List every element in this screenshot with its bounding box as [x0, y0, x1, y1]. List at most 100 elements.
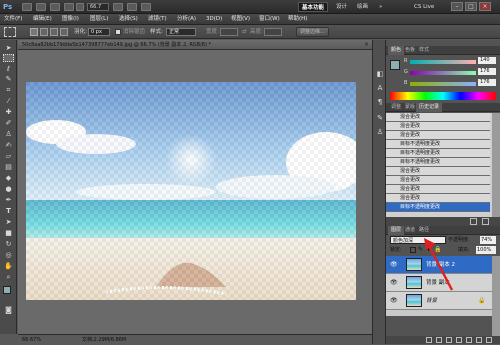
- gradient-tool-icon[interactable]: ▤: [3, 163, 14, 171]
- crop-tool-icon[interactable]: ⌗: [3, 86, 14, 94]
- r-slider[interactable]: [410, 60, 476, 64]
- menu-3d[interactable]: 3D(D): [206, 14, 222, 25]
- menu-image[interactable]: 图像(I): [62, 14, 79, 25]
- history-item[interactable]: 混合更改: [386, 131, 490, 140]
- brush-tool-icon[interactable]: ✐: [3, 119, 14, 127]
- refine-edge-button[interactable]: 调整边缘...: [296, 27, 329, 37]
- lasso-tool-icon[interactable]: ℓ: [3, 65, 14, 73]
- document-tab[interactable]: 50c8aa82bb179dda5b147398777eb149.jpg @ 6…: [18, 40, 372, 50]
- menu-help[interactable]: 帮助(H): [288, 14, 307, 25]
- feather-input[interactable]: 0 px: [88, 28, 110, 36]
- history-item[interactable]: 混合更改: [386, 176, 490, 185]
- quick-selection-tool-icon[interactable]: ✎: [3, 75, 14, 83]
- 3d-rotate-tool-icon[interactable]: ↻: [3, 240, 14, 248]
- character-panel-icon[interactable]: A: [375, 84, 385, 93]
- r-value-input[interactable]: 140: [478, 57, 496, 64]
- style-select[interactable]: 正常: [166, 28, 196, 36]
- new-layer-icon[interactable]: [476, 337, 482, 343]
- g-slider[interactable]: [410, 71, 476, 75]
- dodge-tool-icon[interactable]: ●: [3, 185, 14, 193]
- history-item-selected[interactable]: 目标不透明度更改: [386, 203, 490, 212]
- zoom-tool-icon[interactable]: ⌕: [3, 273, 14, 281]
- 3d-camera-tool-icon[interactable]: ◎: [3, 251, 14, 259]
- history-item[interactable]: 混合更改: [386, 122, 490, 131]
- add-mask-icon[interactable]: [446, 337, 452, 343]
- menu-window[interactable]: 窗口(W): [259, 14, 280, 25]
- b-value-input[interactable]: 176: [478, 79, 496, 86]
- width-input[interactable]: [220, 28, 238, 36]
- history-item[interactable]: 混合更改: [386, 113, 490, 122]
- visibility-eye-icon[interactable]: 👁: [390, 256, 398, 274]
- eraser-tool-icon[interactable]: ▱: [3, 152, 14, 160]
- brush-panel-icon[interactable]: ✎: [375, 114, 385, 123]
- history-item[interactable]: 混合更改: [386, 167, 490, 176]
- tab-paths[interactable]: 路径: [416, 226, 432, 235]
- zoom-level-select[interactable]: 66.7: [87, 3, 109, 11]
- guides-icon[interactable]: [50, 3, 60, 11]
- menu-file[interactable]: 文件(F): [4, 14, 22, 25]
- cs-live-button[interactable]: CS Live: [414, 2, 434, 12]
- tab-history[interactable]: 历史记录: [416, 103, 443, 112]
- layer-style-icon[interactable]: [436, 337, 442, 343]
- blur-tool-icon[interactable]: ◆: [3, 174, 14, 182]
- maximize-icon[interactable]: □: [465, 2, 477, 11]
- visibility-eye-icon[interactable]: 👁: [390, 274, 398, 292]
- g-value-input[interactable]: 176: [478, 68, 496, 75]
- hand-tool-icon[interactable]: ✋: [3, 262, 14, 270]
- subtract-selection-icon[interactable]: [50, 28, 58, 36]
- history-scrollbar[interactable]: [492, 113, 500, 217]
- workspace-more-button[interactable]: »: [376, 2, 385, 12]
- minimize-icon[interactable]: –: [451, 2, 463, 11]
- menu-select[interactable]: 选择(S): [119, 14, 138, 25]
- adjustment-layer-icon[interactable]: [456, 337, 462, 343]
- menu-view[interactable]: 视图(V): [231, 14, 250, 25]
- type-tool-icon[interactable]: T: [3, 207, 14, 215]
- height-input[interactable]: [264, 28, 282, 36]
- link-layers-icon[interactable]: [426, 337, 432, 343]
- marquee-tool-preset-icon[interactable]: [4, 27, 16, 37]
- paragraph-panel-icon[interactable]: ¶: [375, 98, 385, 107]
- swap-icon[interactable]: ⇄: [242, 28, 247, 36]
- foreground-color-preview[interactable]: [390, 60, 400, 70]
- delete-layer-icon[interactable]: [486, 337, 492, 343]
- view-extras-icon[interactable]: [113, 3, 123, 11]
- document-close-icon[interactable]: ×: [364, 41, 369, 48]
- close-icon[interactable]: ×: [479, 2, 491, 11]
- workspace-essentials-button[interactable]: 基本功能: [298, 2, 329, 12]
- history-item[interactable]: 目标不透明度更改: [386, 140, 490, 149]
- zoom-icon[interactable]: [76, 3, 84, 11]
- new-group-icon[interactable]: [466, 337, 472, 343]
- menu-analysis[interactable]: 分析(A): [177, 14, 196, 25]
- history-brush-tool-icon[interactable]: ✍: [3, 141, 14, 149]
- opacity-input[interactable]: 74%: [480, 236, 496, 244]
- pen-tool-icon[interactable]: ✒: [3, 196, 14, 204]
- menu-filter[interactable]: 滤镜(T): [148, 14, 167, 25]
- workspace-painting-button[interactable]: 绘画: [354, 2, 371, 12]
- history-item[interactable]: 混合更改: [386, 185, 490, 194]
- history-item[interactable]: 目标不透明度更改: [386, 158, 490, 167]
- quick-mask-icon[interactable]: ◙: [3, 306, 14, 314]
- menu-edit[interactable]: 编辑(E): [33, 14, 52, 25]
- history-item[interactable]: 目标不透明度更改: [386, 149, 490, 158]
- b-slider[interactable]: [410, 82, 476, 86]
- eyedropper-tool-icon[interactable]: ⁄: [3, 97, 14, 105]
- visibility-eye-icon[interactable]: 👁: [390, 292, 398, 310]
- lock-transparency-icon[interactable]: [410, 247, 416, 253]
- new-selection-icon[interactable]: [30, 28, 38, 36]
- path-selection-tool-icon[interactable]: ➤: [3, 218, 14, 226]
- clone-source-panel-icon[interactable]: ♙: [375, 128, 385, 137]
- workspace-design-button[interactable]: 设计: [333, 2, 350, 12]
- delete-history-icon[interactable]: [482, 218, 489, 225]
- beach-image-canvas[interactable]: [26, 82, 356, 300]
- antialias-checkbox[interactable]: [115, 29, 121, 35]
- canvas-area[interactable]: [18, 50, 372, 334]
- bridge-icon[interactable]: [22, 3, 32, 11]
- hand-icon[interactable]: [64, 3, 74, 11]
- add-selection-icon[interactable]: [40, 28, 48, 36]
- mini-bridge-icon[interactable]: [36, 3, 46, 11]
- 3d-panel-icon[interactable]: ◧: [375, 70, 385, 79]
- color-spectrum-bar[interactable]: [390, 92, 496, 100]
- layers-scrollbar[interactable]: [492, 256, 500, 336]
- menu-layer[interactable]: 图层(L): [90, 14, 108, 25]
- tab-styles[interactable]: 样式: [416, 46, 432, 55]
